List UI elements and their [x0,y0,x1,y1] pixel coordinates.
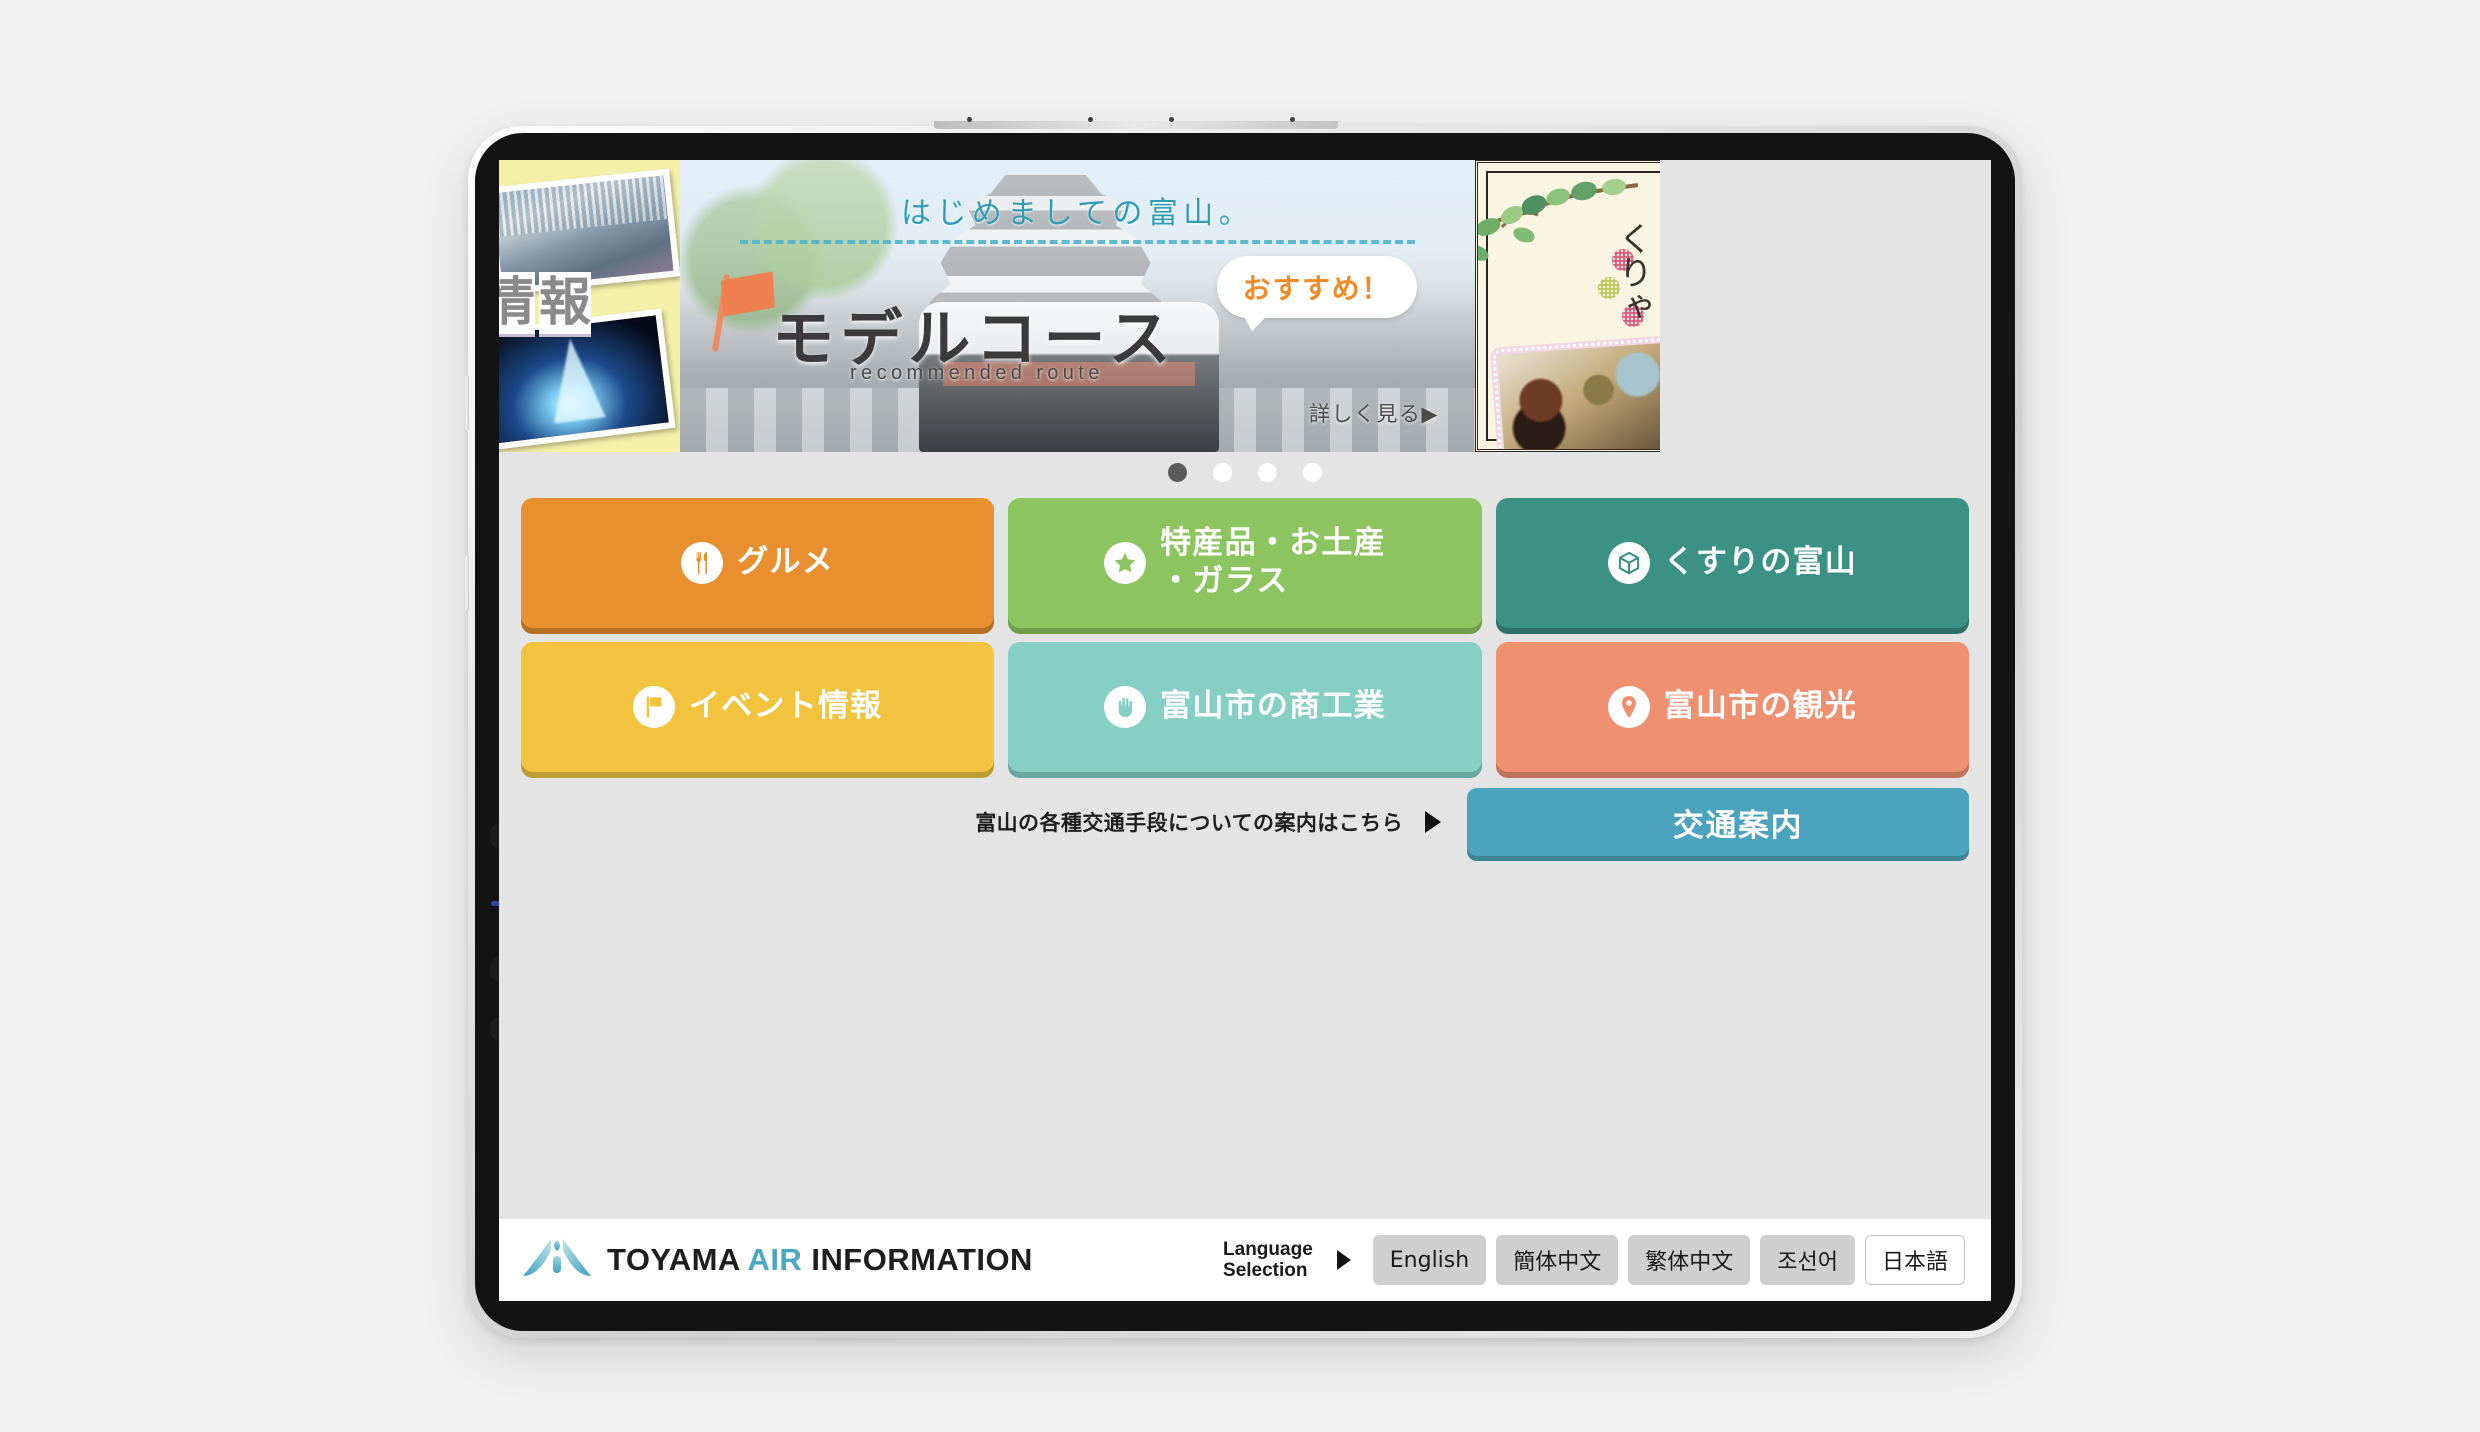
menu-tile-specialty-souvenir-glass[interactable]: 特産品・お土産 ・ガラス [1008,498,1482,628]
menu-tile-label: くすりの富山 [1663,544,1858,581]
washoku-photo [1490,334,1660,449]
carousel-dot-2[interactable] [1213,462,1232,482]
carousel-dot-3[interactable] [1258,462,1277,482]
menu-tile-grid: グルメ 特産品・お土産 ・ガラス くすりの富山 イベント情報 富山市の商工業 富… [521,498,1969,772]
kanji-char: 情 [499,272,535,334]
hardware-dot [1168,117,1174,122]
menu-tile-label: 富山市の商工業 [1160,688,1386,725]
carousel-pagination[interactable] [499,452,1991,492]
transport-note-text: 富山の各種交通手段についての案内はこちら [975,811,1403,835]
language-button-korean[interactable]: 조선어 [1760,1235,1855,1285]
carousel-slide-model-course[interactable]: はじめましての富山。 モデルコース recommended route おすすめ… [680,160,1475,452]
gourmet-slide-kana: くりゃ [1612,221,1652,323]
hero-carousel[interactable]: 情 報 はじめましての富山。 モデルコース recommended route … [499,160,1991,452]
transport-guide-button[interactable]: 交通案内 [1467,788,1969,856]
slide-subtitle: recommended route [850,362,1104,384]
slide-headline: はじめましての富山。 [900,196,1255,231]
dashed-divider [740,240,1415,244]
menu-tile-label: グルメ [737,544,835,581]
cutlery-icon [681,542,724,584]
menu-tile-gourmet[interactable]: グルメ [521,498,995,628]
main-menu-area: グルメ 特産品・お土産 ・ガラス くすりの富山 イベント情報 富山市の商工業 富… [499,492,1991,1219]
hardware-dot [966,117,972,122]
hand-icon [1104,686,1147,728]
arrow-right-icon [1425,811,1441,833]
kiosk-screen: 情 報 はじめましての富山。 モデルコース recommended route … [499,160,1991,1301]
language-buttons: English 簡体中文 繁体中文 조선어 日本語 [1372,1235,1965,1285]
arrow-right-icon [1336,1250,1351,1270]
brand-wordmark: TOYAMA AIR INFORMATION [607,1242,1033,1278]
transport-note: 富山の各種交通手段についての案内はこちら [521,807,1467,837]
hardware-dot [1289,117,1295,122]
volume-up-button[interactable] [464,376,469,430]
language-selection-label: Language Selection [1223,1238,1313,1281]
hardware-dot [1087,117,1093,122]
volume-down-button[interactable] [464,556,469,610]
carousel-dot-1[interactable] [1168,462,1187,482]
recommended-badge: おすすめ！ [1216,256,1417,331]
slide-content: はじめましての富山。 モデルコース recommended route おすすめ… [680,160,1475,452]
tablet-bezel: 情 報 はじめましての富山。 モデルコース recommended route … [475,133,2015,1331]
language-button-traditional-chinese[interactable]: 繁体中文 [1628,1235,1751,1285]
tablet-top-hardware-strip [934,117,1339,129]
menu-tile-commerce-industry[interactable]: 富山市の商工業 [1008,642,1482,772]
site-footer: TOYAMA AIR INFORMATION Language Selectio… [499,1219,1991,1301]
box-icon [1607,542,1650,584]
toyama-air-logo-icon [521,1234,593,1287]
menu-tile-label: 特産品・お土産 ・ガラス [1160,525,1386,599]
menu-tile-label: イベント情報 [688,688,883,725]
flag-icon [632,686,675,728]
carousel-dot-4[interactable] [1303,462,1322,482]
menu-tile-medicine-toyama[interactable]: くすりの富山 [1495,498,1969,628]
brand-air: AIR [747,1242,803,1277]
kanji-char: 報 [539,272,592,334]
brand-lockup[interactable]: TOYAMA AIR INFORMATION [521,1234,1033,1287]
flag-icon [711,271,776,352]
language-button-japanese[interactable]: 日本語 [1864,1235,1965,1285]
slide-more-link[interactable]: 詳しく見る▶ [1309,398,1439,428]
language-button-english[interactable]: English [1372,1235,1487,1285]
flag-cloth [720,271,776,317]
brand-information: INFORMATION [802,1242,1033,1277]
washoku-photo-inner [1497,341,1660,449]
brand-toyama: TOYAMA [607,1242,748,1277]
transport-guide-label: 交通案内 [1672,807,1804,844]
pin-icon [1607,686,1650,728]
carousel-slide-gourmet[interactable]: くりゃ [1475,160,1660,452]
page-backdrop: 情 報 はじめましての富山。 モデルコース recommended route … [0,0,2480,1432]
star-icon [1104,542,1147,584]
tablet-device-frame: 情 報 はじめましての富山。 モデルコース recommended route … [464,117,2022,1338]
event-info-kanji: 情 報 [499,272,595,334]
menu-tile-sightseeing[interactable]: 富山市の観光 [1495,642,1969,772]
language-button-simplified-chinese[interactable]: 簡体中文 [1496,1235,1619,1285]
menu-tile-event-info[interactable]: イベント情報 [521,642,995,772]
navigation-arrow-icon [1633,807,1659,838]
menu-tile-label: 富山市の観光 [1663,688,1858,725]
carousel-slide-event-info[interactable]: 情 報 [499,160,680,452]
transport-guidance-row: 富山の各種交通手段についての案内はこちら 交通案内 [521,788,1969,870]
